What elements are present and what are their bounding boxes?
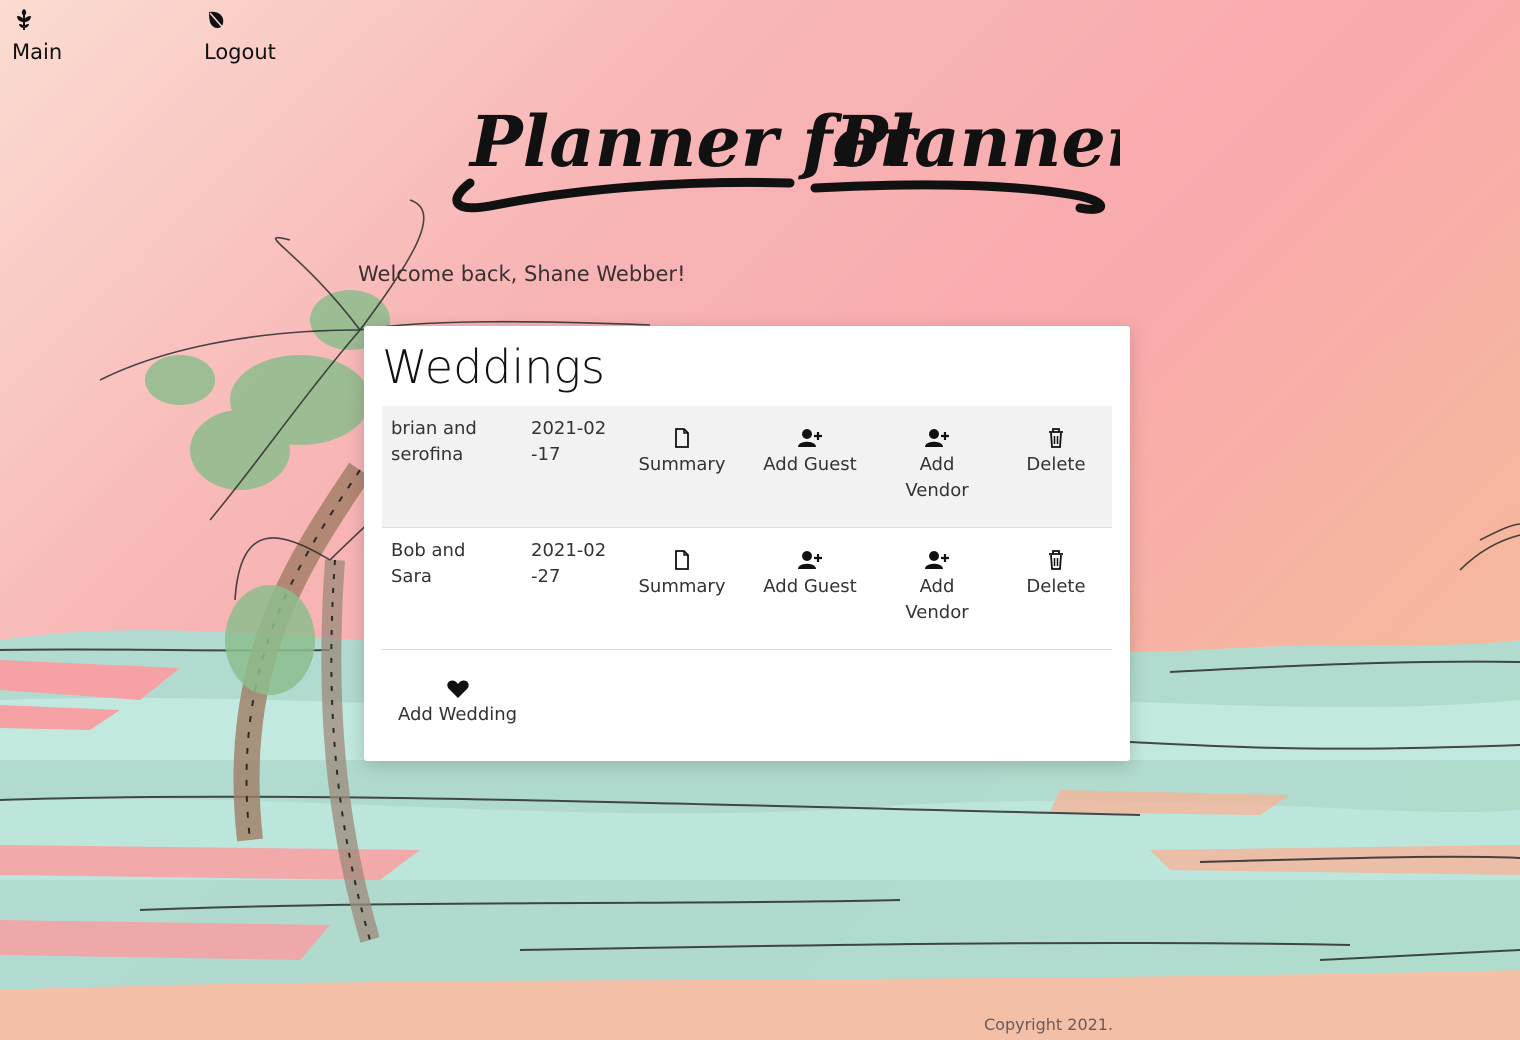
app-logo: Planner for Planners <box>452 100 1120 214</box>
file-icon <box>675 428 689 448</box>
summary-label: Summary <box>638 576 726 597</box>
add-guest-button[interactable]: Add Guest <box>760 428 860 478</box>
trash-icon <box>1049 428 1063 448</box>
wedding-date: 2021-02-17 <box>531 418 607 465</box>
add-vendor-label: Add Vendor <box>905 576 969 623</box>
add-wedding-label: Add Wedding <box>398 704 518 725</box>
weddings-title: Weddings <box>382 340 605 394</box>
delete-button[interactable]: Delete <box>1006 550 1106 600</box>
delete-button[interactable]: Delete <box>1006 428 1106 478</box>
file-icon <box>675 550 689 570</box>
wedding-date: 2021-02-27 <box>531 540 607 587</box>
user-plus-icon <box>925 429 949 447</box>
add-guest-label: Add Guest <box>763 576 857 597</box>
nav-logout-label: Logout <box>204 40 276 64</box>
table-row: Bob and Sara 2021-02-27 Summary Add Gues… <box>382 528 1112 650</box>
heart-icon <box>446 680 469 698</box>
logo-text-part-2: Planners <box>833 100 1120 183</box>
wedding-name: brian and serofina <box>391 418 477 465</box>
table-row: brian and serofina 2021-02-17 Summary Ad… <box>382 406 1112 528</box>
delete-label: Delete <box>1026 454 1086 475</box>
delete-label: Delete <box>1026 576 1086 597</box>
copyright-footer: Copyright 2021. <box>984 1015 1114 1034</box>
weddings-table: brian and serofina 2021-02-17 Summary Ad… <box>382 406 1112 650</box>
user-plus-icon <box>798 551 822 569</box>
leaf-icon <box>209 11 225 30</box>
summary-button[interactable]: Summary <box>632 550 732 600</box>
weddings-card: Weddings brian and serofina 2021-02-17 S… <box>364 326 1130 761</box>
add-wedding-button[interactable]: Add Wedding <box>398 678 517 725</box>
nav-main-label: Main <box>12 40 63 64</box>
user-plus-icon <box>798 429 822 447</box>
add-vendor-label: Add Vendor <box>905 454 969 501</box>
summary-button[interactable]: Summary <box>632 428 732 478</box>
add-vendor-button[interactable]: Add Vendor <box>887 550 987 626</box>
leaf-sprig-icon <box>17 9 31 30</box>
add-guest-label: Add Guest <box>763 454 857 475</box>
add-vendor-button[interactable]: Add Vendor <box>887 428 987 504</box>
wedding-name: Bob and Sara <box>391 540 466 587</box>
nav-logout[interactable]: Logout <box>204 8 276 64</box>
welcome-message: Welcome back, Shane Webber! <box>358 262 686 286</box>
summary-label: Summary <box>638 454 726 475</box>
nav-main[interactable]: Main <box>12 8 62 64</box>
trash-icon <box>1049 550 1063 570</box>
user-plus-icon <box>925 551 949 569</box>
add-guest-button[interactable]: Add Guest <box>760 550 860 600</box>
